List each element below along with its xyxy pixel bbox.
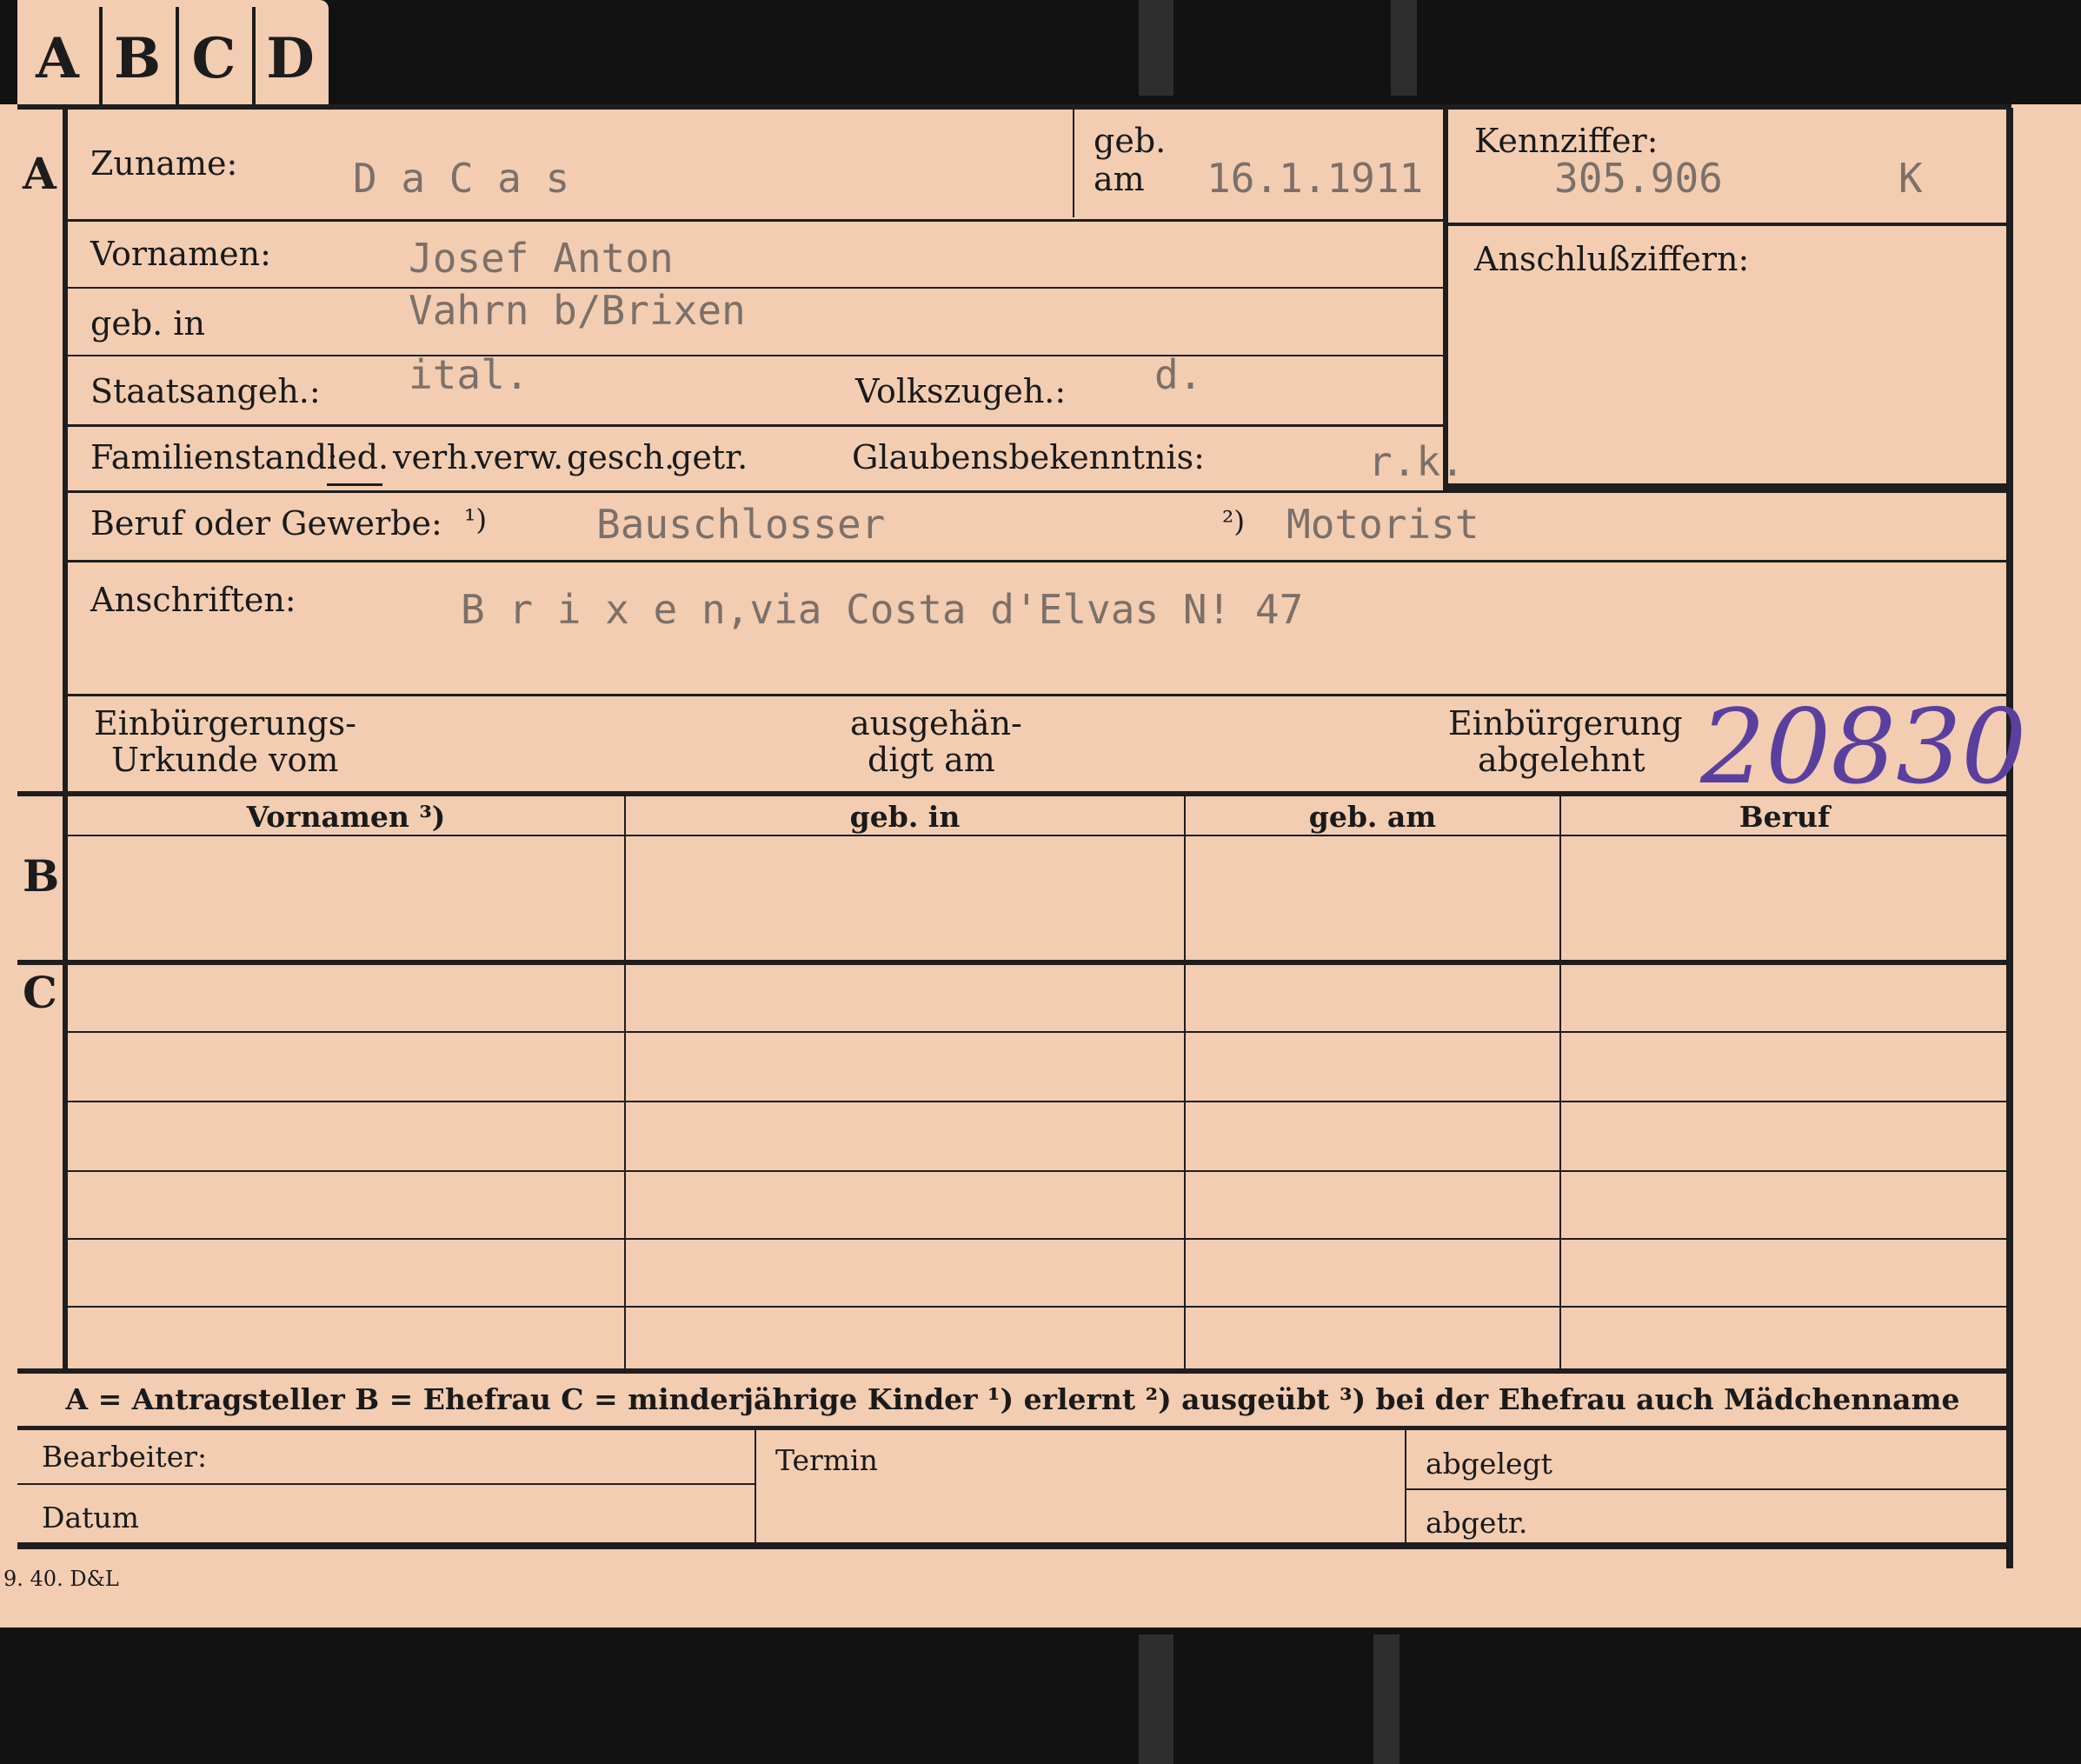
volkszugeh-value: d. <box>1154 351 1203 398</box>
fold-mark <box>1373 1634 1400 1764</box>
rule <box>68 1031 2008 1033</box>
beruf-ausgeuebt-value: Motorist <box>1286 501 1479 548</box>
anschriften-label: Anschriften: <box>90 581 296 619</box>
tab-a: A <box>36 26 79 91</box>
geb-in-value: Vahrn b/Brixen <box>409 287 746 334</box>
geb-am-divider <box>1073 110 1074 217</box>
urkunde-label-2: Urkunde vom <box>111 741 339 779</box>
abgelehnt-label-1: Einbürgerung <box>1448 704 1683 742</box>
ausgehaendigt-label-1: ausgehän- <box>850 704 1022 742</box>
frame-left <box>63 108 68 1370</box>
rule <box>17 1483 755 1485</box>
datum-label: Datum <box>42 1501 139 1534</box>
section-c-top <box>17 960 2013 965</box>
kennziffer-box-bottom <box>1448 483 2013 490</box>
staatsangeh-label: Staatsangeh.: <box>90 372 321 410</box>
anschrift-value: B r i x e n,via Costa d'Elvas N! 47 <box>461 586 1304 633</box>
rule <box>68 355 1445 356</box>
rule <box>68 835 2008 836</box>
rule <box>68 490 2008 493</box>
beruf-label: Beruf oder Gewerbe: <box>90 504 442 543</box>
geb-am-value: 16.1.1911 <box>1207 155 1424 202</box>
col-line <box>624 795 626 1370</box>
glaubensbekenntnis-value: r.k. <box>1368 438 1465 485</box>
beruf-erlernt-value: Bauschlosser <box>596 501 886 548</box>
stamp-number: 20830 <box>1700 687 2027 807</box>
familienstand-option-verw: verw. <box>475 438 564 476</box>
geb-in-label: geb. in <box>90 304 205 343</box>
geb-am-label-top: geb. <box>1094 122 1167 160</box>
familienstand-option-led: led. <box>327 438 389 476</box>
bearbeiter-label: Bearbeiter: <box>42 1440 208 1474</box>
familienstand-underline <box>327 483 382 486</box>
abgelehnt-label-2: abgelehnt <box>1478 741 1646 779</box>
vornamen-label: Vornamen: <box>90 235 271 273</box>
footer-bottom <box>17 1542 2013 1549</box>
rule <box>1406 1488 2008 1490</box>
col-line <box>1559 795 1561 1370</box>
tab-b: B <box>113 26 162 91</box>
zuname-label: Zuname: <box>90 144 238 183</box>
rule <box>68 219 1445 222</box>
rule <box>68 1170 2008 1172</box>
section-a-letter: A <box>23 148 57 199</box>
section-b-letter: B <box>23 850 60 902</box>
rule <box>68 560 2008 562</box>
familienstand-option-getr: getr. <box>671 438 748 476</box>
fold-mark <box>1391 0 1417 96</box>
footer-top <box>17 1426 2013 1430</box>
beruf-note-1: ¹) <box>464 503 488 536</box>
ausgehaendigt-label-2: digt am <box>868 741 995 779</box>
fold-mark <box>1139 1634 1173 1764</box>
section-c-letter: C <box>23 967 57 1018</box>
col-line <box>755 1429 756 1544</box>
vornamen-value: Josef Anton <box>409 235 674 282</box>
volkszugeh-label: Volkszugeh.: <box>855 372 1067 410</box>
index-tabs: A B C D <box>17 0 329 106</box>
abgelegt-label: abgelegt <box>1426 1447 1552 1481</box>
urkunde-label-1: Einbürgerungs- <box>94 704 356 742</box>
beruf-note-2: ²) <box>1222 504 1246 538</box>
col-header-vornamen: Vornamen ³) <box>246 800 446 834</box>
tab-c: C <box>191 26 236 91</box>
kennziffer-box-left <box>1443 108 1448 490</box>
familienstand-label: Familienstand: <box>90 438 338 476</box>
termin-label: Termin <box>775 1443 878 1477</box>
kennziffer-suffix: K <box>1898 155 1923 202</box>
col-line <box>1184 795 1186 1370</box>
geb-am-label-bottom: am <box>1094 160 1145 198</box>
rule <box>68 1101 2008 1102</box>
fold-mark <box>1139 0 1173 96</box>
print-code: 9. 40. D&L <box>3 1567 119 1591</box>
col-header-geb-am: geb. am <box>1308 800 1437 834</box>
kennziffer-value: 305.906 <box>1554 155 1723 202</box>
familienstand-option-gesch: gesch. <box>567 438 675 476</box>
kennziffer-divider <box>1448 223 2008 226</box>
tab-d: D <box>266 26 315 91</box>
rule <box>68 1238 2008 1240</box>
col-header-beruf: Beruf <box>1739 800 1831 834</box>
glaubensbekenntnis-label: Glaubensbekenntnis: <box>852 438 1205 476</box>
rule <box>68 424 1445 427</box>
col-header-geb-in: geb. in <box>849 800 961 834</box>
col-line <box>1405 1429 1406 1544</box>
zuname-value: D a C a s <box>353 155 570 202</box>
rule <box>68 1306 2008 1308</box>
anschlussziffern-label: Anschlußziffern: <box>1474 240 1750 278</box>
frame-right <box>2006 108 2013 1568</box>
legend: A = Antragsteller B = Ehefrau C = minder… <box>65 1382 1960 1416</box>
frame-top <box>17 104 2011 110</box>
staatsangeh-value: ital. <box>409 351 529 398</box>
legend-top <box>17 1368 2013 1374</box>
abgetr-label: abgetr. <box>1426 1506 1528 1540</box>
familienstand-option-verh: verh. <box>393 438 479 476</box>
rule <box>68 287 1445 289</box>
